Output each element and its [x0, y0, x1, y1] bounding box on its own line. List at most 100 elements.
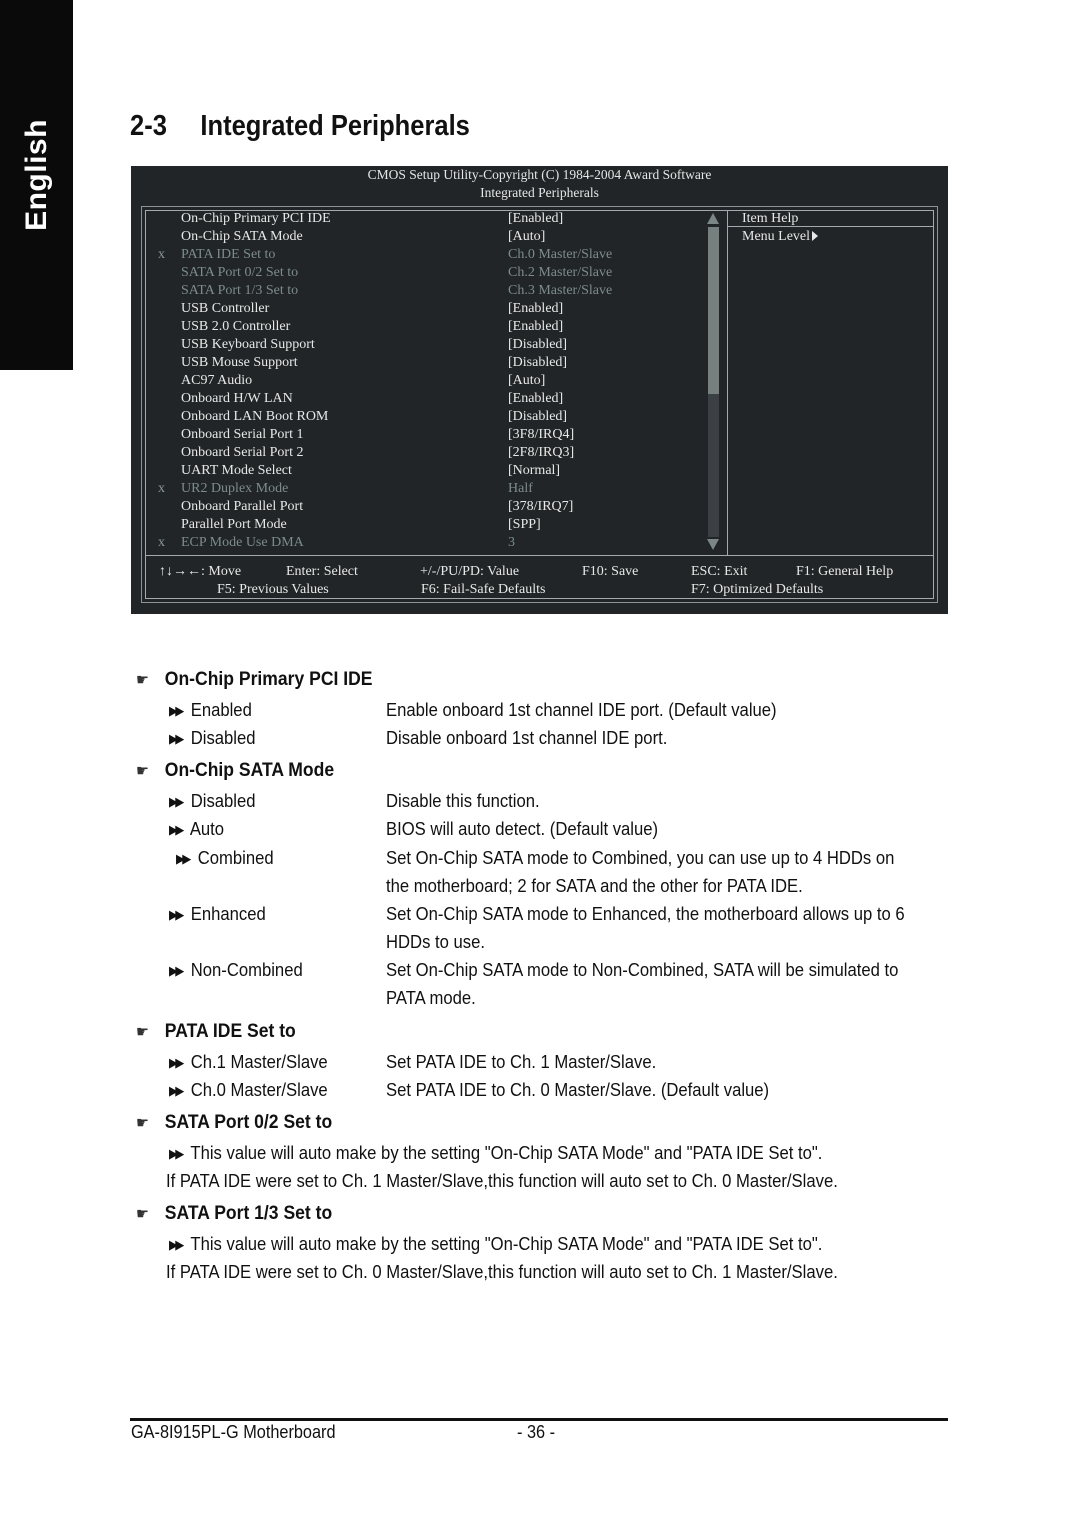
bios-setting-value[interactable]: [Auto] — [508, 372, 545, 390]
bios-setting-row[interactable]: Onboard Parallel Port [378/IRQ7] — [131, 498, 721, 516]
bios-setting-row[interactable]: USB Controller [Enabled] — [131, 300, 721, 318]
option-name: ▶▶ Disabled — [169, 727, 256, 748]
section-number: 2-3 — [130, 110, 167, 142]
bios-setting-row[interactable]: UART Mode Select [Normal] — [131, 462, 721, 480]
bios-setting-row: x ECP Mode Use DMA 3 — [131, 534, 721, 552]
bios-setting-row: x UR2 Duplex Mode Half — [131, 480, 721, 498]
bios-setting-label: USB Controller — [181, 301, 270, 316]
unavailable-marker: x — [158, 247, 165, 262]
bios-setting-row[interactable]: Onboard H/W LAN [Enabled] — [131, 390, 721, 408]
bios-setting-label: Parallel Port Mode — [181, 517, 287, 532]
footer-product-name: GA-8I915PL-G Motherboard — [131, 1421, 336, 1442]
option-description: Set On-Chip SATA mode to Non-Combined, S… — [386, 959, 899, 980]
bios-screen: CMOS Setup Utility-Copyright (C) 1984-20… — [131, 166, 948, 614]
bios-setting-value[interactable]: [Normal] — [508, 462, 560, 480]
bios-setting-label: Onboard Serial Port 2 — [181, 445, 304, 460]
section-heading-sata-mode: ☛ On-Chip SATA Mode — [136, 759, 334, 782]
key-hint-optimized: F7: Optimized Defaults — [691, 582, 824, 597]
bios-setting-value[interactable]: [Enabled] — [508, 210, 563, 228]
option-name: ▶▶ Combined — [176, 847, 274, 868]
bios-setting-value: 3 — [508, 535, 515, 550]
option-description: Disable onboard 1st channel IDE port. — [386, 727, 668, 748]
bios-setting-value[interactable]: [3F8/IRQ4] — [508, 426, 574, 444]
key-hint-previous-values: F5: Previous Values — [217, 582, 329, 597]
bios-setting-row[interactable]: On-Chip Primary PCI IDE [Enabled] — [131, 210, 721, 228]
bios-setting-row[interactable]: On-Chip SATA Mode [Auto] — [131, 228, 721, 246]
pointing-hand-icon: ☛ — [136, 763, 149, 780]
bios-setting-row[interactable]: Onboard LAN Boot ROM [Disabled] — [131, 408, 721, 426]
note-line: If PATA IDE were set to Ch. 0 Master/Sla… — [166, 1261, 838, 1282]
bios-setting-label: AC97 Audio — [181, 373, 253, 388]
pointing-hand-icon: ☛ — [136, 672, 149, 689]
section-heading-primary-pci-ide: ☛ On-Chip Primary PCI IDE — [136, 668, 373, 691]
menu-level: Menu Level — [742, 228, 819, 246]
bios-setting-value[interactable]: [Disabled] — [508, 354, 567, 372]
key-hint-move: ↑↓→←: Move — [159, 564, 242, 579]
section-title: Integrated Peripherals — [200, 110, 470, 142]
bios-setting-row[interactable]: Parallel Port Mode [SPP] — [131, 516, 721, 534]
double-arrow-icon: ▶▶ — [169, 907, 184, 922]
bios-setting-row: x PATA IDE Set to Ch.0 Master/Slave — [131, 246, 721, 264]
option-name: ▶▶ Enabled — [169, 699, 252, 720]
option-description: Enable onboard 1st channel IDE port. (De… — [386, 699, 777, 720]
scroll-down-arrow-icon[interactable] — [707, 539, 719, 550]
bios-setting-label: Onboard H/W LAN — [181, 391, 293, 406]
key-hint-general-help: F1: General Help — [796, 564, 894, 579]
help-divider — [727, 210, 728, 555]
option-name: ▶▶ Non-Combined — [169, 959, 303, 980]
bios-setting-row[interactable]: AC97 Audio [Auto] — [131, 372, 721, 390]
triangle-right-icon — [812, 231, 819, 241]
bios-setting-value[interactable]: [Enabled] — [508, 390, 563, 408]
bios-setting-value[interactable]: [Auto] — [508, 228, 545, 246]
bios-setting-row[interactable]: Onboard Serial Port 1 [3F8/IRQ4] — [131, 426, 721, 444]
bios-setting-value[interactable]: [Enabled] — [508, 318, 563, 336]
scroll-up-arrow-icon[interactable] — [707, 213, 719, 224]
section-heading-text: PATA IDE Set to — [164, 1020, 296, 1042]
bios-setting-value: Ch.2 Master/Slave — [508, 265, 613, 280]
double-arrow-icon: ▶▶ — [169, 794, 184, 809]
bios-setting-row[interactable]: USB 2.0 Controller [Enabled] — [131, 318, 721, 336]
option-description: Set On-Chip SATA mode to Combined, you c… — [386, 847, 895, 868]
scrollbar-thumb[interactable] — [708, 227, 719, 394]
page-title: 2-3 Integrated Peripherals — [130, 110, 470, 143]
bios-setting-row[interactable]: Onboard Serial Port 2 [2F8/IRQ3] — [131, 444, 721, 462]
bios-setting-value[interactable]: [SPP] — [508, 516, 541, 534]
section-heading-text: SATA Port 1/3 Set to — [164, 1202, 333, 1224]
bios-setting-label: SATA Port 1/3 Set to — [181, 283, 299, 298]
section-heading-sata-port-02: ☛ SATA Port 0/2 Set to — [136, 1111, 332, 1134]
section-heading-text: On-Chip SATA Mode — [164, 759, 335, 781]
section-heading-pata-ide: ☛ PATA IDE Set to — [136, 1020, 296, 1043]
option-description: Set On-Chip SATA mode to Enhanced, the m… — [386, 903, 905, 924]
bios-setting-row: SATA Port 0/2 Set to Ch.2 Master/Slave — [131, 264, 721, 282]
bios-setting-value[interactable]: [Disabled] — [508, 408, 567, 426]
bios-setting-label: USB Mouse Support — [181, 355, 298, 370]
bios-setting-row[interactable]: USB Keyboard Support [Disabled] — [131, 336, 721, 354]
note-line: ▶▶ This value will auto make by the sett… — [169, 1233, 823, 1254]
bios-copyright-header: CMOS Setup Utility-Copyright (C) 1984-20… — [367, 167, 712, 182]
keys-divider — [145, 555, 934, 556]
bios-setting-label: Onboard Serial Port 1 — [181, 427, 304, 442]
bios-setting-label: Onboard Parallel Port — [181, 499, 304, 514]
language-label: English — [19, 119, 53, 231]
unavailable-marker: x — [158, 535, 165, 550]
option-name: ▶▶ Ch.0 Master/Slave — [169, 1079, 328, 1100]
bios-setting-value[interactable]: [378/IRQ7] — [508, 498, 573, 516]
pointing-hand-icon: ☛ — [136, 1024, 149, 1041]
bios-setting-label: UR2 Duplex Mode — [181, 481, 289, 496]
bios-setting-value[interactable]: [Disabled] — [508, 336, 567, 354]
section-heading-text: On-Chip Primary PCI IDE — [164, 668, 373, 690]
option-description-continued: PATA mode. — [386, 987, 476, 1008]
option-description-continued: HDDs to use. — [386, 931, 486, 952]
bios-setting-row[interactable]: USB Mouse Support [Disabled] — [131, 354, 721, 372]
bios-setting-value[interactable]: [Enabled] — [508, 300, 563, 318]
option-description: BIOS will auto detect. (Default value) — [386, 818, 659, 839]
bios-setting-row: SATA Port 1/3 Set to Ch.3 Master/Slave — [131, 282, 721, 300]
option-description-continued: the motherboard; 2 for SATA and the othe… — [386, 875, 803, 896]
key-hint-value: +/-/PU/PD: Value — [420, 564, 520, 579]
bios-setting-label: Onboard LAN Boot ROM — [181, 409, 329, 424]
bios-setting-value[interactable]: [2F8/IRQ3] — [508, 444, 574, 462]
pointing-hand-icon: ☛ — [136, 1115, 149, 1132]
section-heading-sata-port-13: ☛ SATA Port 1/3 Set to — [136, 1202, 332, 1225]
unavailable-marker: x — [158, 481, 165, 496]
option-name: ▶▶ Enhanced — [169, 903, 266, 924]
